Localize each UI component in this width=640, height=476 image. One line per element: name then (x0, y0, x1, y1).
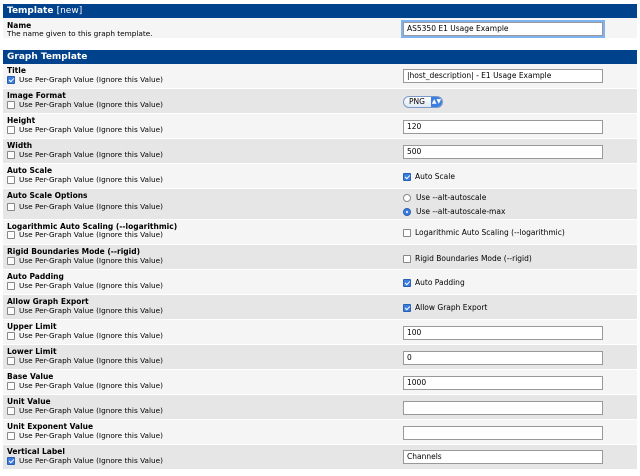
upper-limit-label: Upper Limit (7, 322, 57, 331)
logarithmic-per-graph-checkbox[interactable] (7, 230, 15, 239)
unit-value-input[interactable] (403, 401, 603, 415)
template-title: Template (7, 6, 54, 16)
width-input[interactable]: 500 (403, 145, 603, 159)
auto-padding-option-label: Auto Padding (415, 278, 465, 287)
vertical-label-per-graph-checkbox[interactable] (7, 456, 15, 465)
per-graph-label: Use Per-Graph Value (Ignore this Value) (19, 256, 163, 265)
graph-export-checkbox[interactable] (403, 303, 411, 312)
upper-limit-input[interactable]: 100 (403, 326, 603, 340)
title-label: Title (7, 66, 26, 75)
per-graph-label: Use Per-Graph Value (Ignore this Value) (19, 230, 163, 239)
base-value-row: Base Value Use Per-Graph Value (Ignore t… (3, 370, 637, 395)
template-new-tag: [new] (56, 6, 83, 16)
unit-exponent-per-graph-checkbox[interactable] (7, 431, 15, 440)
alt-autoscale-max-label: Use --alt-autoscale-max (416, 207, 506, 216)
template-panel: Template [new] Name The name given to th… (3, 4, 637, 39)
unit-value-row: Unit Value Use Per-Graph Value (Ignore t… (3, 395, 637, 420)
graph-template-header: Graph Template (3, 50, 637, 64)
unit-value-label: Unit Value (7, 397, 51, 406)
alt-autoscale-label: Use --alt-autoscale (416, 193, 487, 202)
per-graph-label: Use Per-Graph Value (Ignore this Value) (19, 331, 163, 340)
per-graph-label: Use Per-Graph Value (Ignore this Value) (19, 281, 163, 290)
image-format-per-graph-checkbox[interactable] (7, 100, 15, 109)
auto-scale-per-graph-checkbox[interactable] (7, 175, 15, 184)
select-arrows-icon: ▲▼ (431, 97, 442, 107)
auto-scale-label: Auto Scale (7, 166, 53, 175)
title-per-graph-checkbox[interactable] (7, 75, 15, 84)
per-graph-label: Use Per-Graph Value (Ignore this Value) (19, 306, 163, 315)
name-row: Name The name given to this graph templa… (3, 18, 637, 39)
image-format-label: Image Format (7, 91, 66, 100)
rigid-option-label: Rigid Boundaries Mode (--rigid) (415, 254, 532, 263)
vertical-label-input[interactable]: Channels (403, 450, 603, 464)
unit-exponent-label: Unit Exponent Value (7, 422, 94, 431)
height-row: Height Use Per-Graph Value (Ignore this … (3, 114, 637, 139)
alt-autoscale-radio[interactable] (403, 193, 411, 202)
auto-padding-row: Auto Padding Use Per-Graph Value (Ignore… (3, 270, 637, 295)
vertical-label-row: Vertical Label Use Per-Graph Value (Igno… (3, 445, 637, 470)
rigid-row: Rigid Boundaries Mode (--rigid) Use Per-… (3, 245, 637, 270)
auto-scale-row: Auto Scale Use Per-Graph Value (Ignore t… (3, 164, 637, 189)
image-format-select[interactable]: PNG ▲▼ (403, 96, 443, 108)
height-label: Height (7, 116, 36, 125)
per-graph-label: Use Per-Graph Value (Ignore this Value) (19, 150, 163, 159)
graph-export-row: Allow Graph Export Use Per-Graph Value (… (3, 295, 637, 320)
height-per-graph-checkbox[interactable] (7, 125, 15, 134)
graph-template-panel: Graph Template Title Use Per-Graph Value… (3, 50, 637, 470)
graph-export-per-graph-checkbox[interactable] (7, 306, 15, 315)
width-label: Width (7, 141, 33, 150)
upper-limit-row: Upper Limit Use Per-Graph Value (Ignore … (3, 320, 637, 345)
template-header: Template [new] (3, 4, 637, 18)
vertical-label-label: Vertical Label (7, 447, 65, 456)
width-per-graph-checkbox[interactable] (7, 150, 15, 159)
image-format-row: Image Format Use Per-Graph Value (Ignore… (3, 89, 637, 114)
lower-limit-label: Lower Limit (7, 347, 57, 356)
auto-padding-checkbox[interactable] (403, 278, 411, 287)
unit-exponent-input[interactable] (403, 426, 603, 440)
name-input[interactable]: AS5350 E1 Usage Example (401, 20, 605, 38)
lower-limit-input[interactable]: 0 (403, 351, 603, 365)
per-graph-label: Use Per-Graph Value (Ignore this Value) (19, 75, 163, 84)
upper-limit-per-graph-checkbox[interactable] (7, 331, 15, 340)
height-input[interactable]: 120 (403, 120, 603, 134)
auto-scale-option-label: Auto Scale (415, 172, 455, 181)
title-input[interactable]: |host_description| - E1 Usage Example (403, 69, 603, 83)
auto-scale-options-row: Auto Scale Options Use Per-Graph Value (… (3, 189, 637, 220)
width-row: Width Use Per-Graph Value (Ignore this V… (3, 139, 637, 164)
per-graph-label: Use Per-Graph Value (Ignore this Value) (19, 456, 163, 465)
base-value-label: Base Value (7, 372, 54, 381)
lower-limit-row: Lower Limit Use Per-Graph Value (Ignore … (3, 345, 637, 370)
graph-export-option-label: Allow Graph Export (415, 303, 488, 312)
image-format-value: PNG (409, 97, 425, 106)
per-graph-label: Use Per-Graph Value (Ignore this Value) (19, 356, 163, 365)
rigid-label: Rigid Boundaries Mode (--rigid) (7, 247, 141, 256)
auto-scale-options-label: Auto Scale Options (7, 191, 88, 200)
base-value-input[interactable]: 1000 (403, 376, 603, 390)
per-graph-label: Use Per-Graph Value (Ignore this Value) (19, 175, 163, 184)
per-graph-label: Use Per-Graph Value (Ignore this Value) (19, 406, 163, 415)
per-graph-label: Use Per-Graph Value (Ignore this Value) (19, 202, 163, 211)
logarithmic-option-label: Logarithmic Auto Scaling (--logarithmic) (415, 228, 565, 237)
auto-scale-checkbox[interactable] (403, 172, 411, 181)
per-graph-label: Use Per-Graph Value (Ignore this Value) (19, 431, 163, 440)
per-graph-label: Use Per-Graph Value (Ignore this Value) (19, 125, 163, 134)
lower-limit-per-graph-checkbox[interactable] (7, 356, 15, 365)
logarithmic-row: Logarithmic Auto Scaling (--logarithmic)… (3, 220, 637, 245)
unit-value-per-graph-checkbox[interactable] (7, 406, 15, 415)
rigid-per-graph-checkbox[interactable] (7, 256, 15, 265)
auto-scale-options-per-graph-checkbox[interactable] (7, 202, 15, 211)
logarithmic-checkbox[interactable] (403, 228, 411, 237)
auto-padding-label: Auto Padding (7, 272, 64, 281)
base-value-per-graph-checkbox[interactable] (7, 381, 15, 390)
per-graph-label: Use Per-Graph Value (Ignore this Value) (19, 381, 163, 390)
unit-exponent-row: Unit Exponent Value Use Per-Graph Value … (3, 420, 637, 445)
title-row: Title Use Per-Graph Value (Ignore this V… (3, 64, 637, 89)
rigid-checkbox[interactable] (403, 254, 411, 263)
name-description: The name given to this graph template. (7, 29, 153, 38)
graph-export-label: Allow Graph Export (7, 297, 89, 306)
alt-autoscale-max-radio[interactable] (403, 207, 411, 216)
per-graph-label: Use Per-Graph Value (Ignore this Value) (19, 100, 163, 109)
auto-padding-per-graph-checkbox[interactable] (7, 281, 15, 290)
